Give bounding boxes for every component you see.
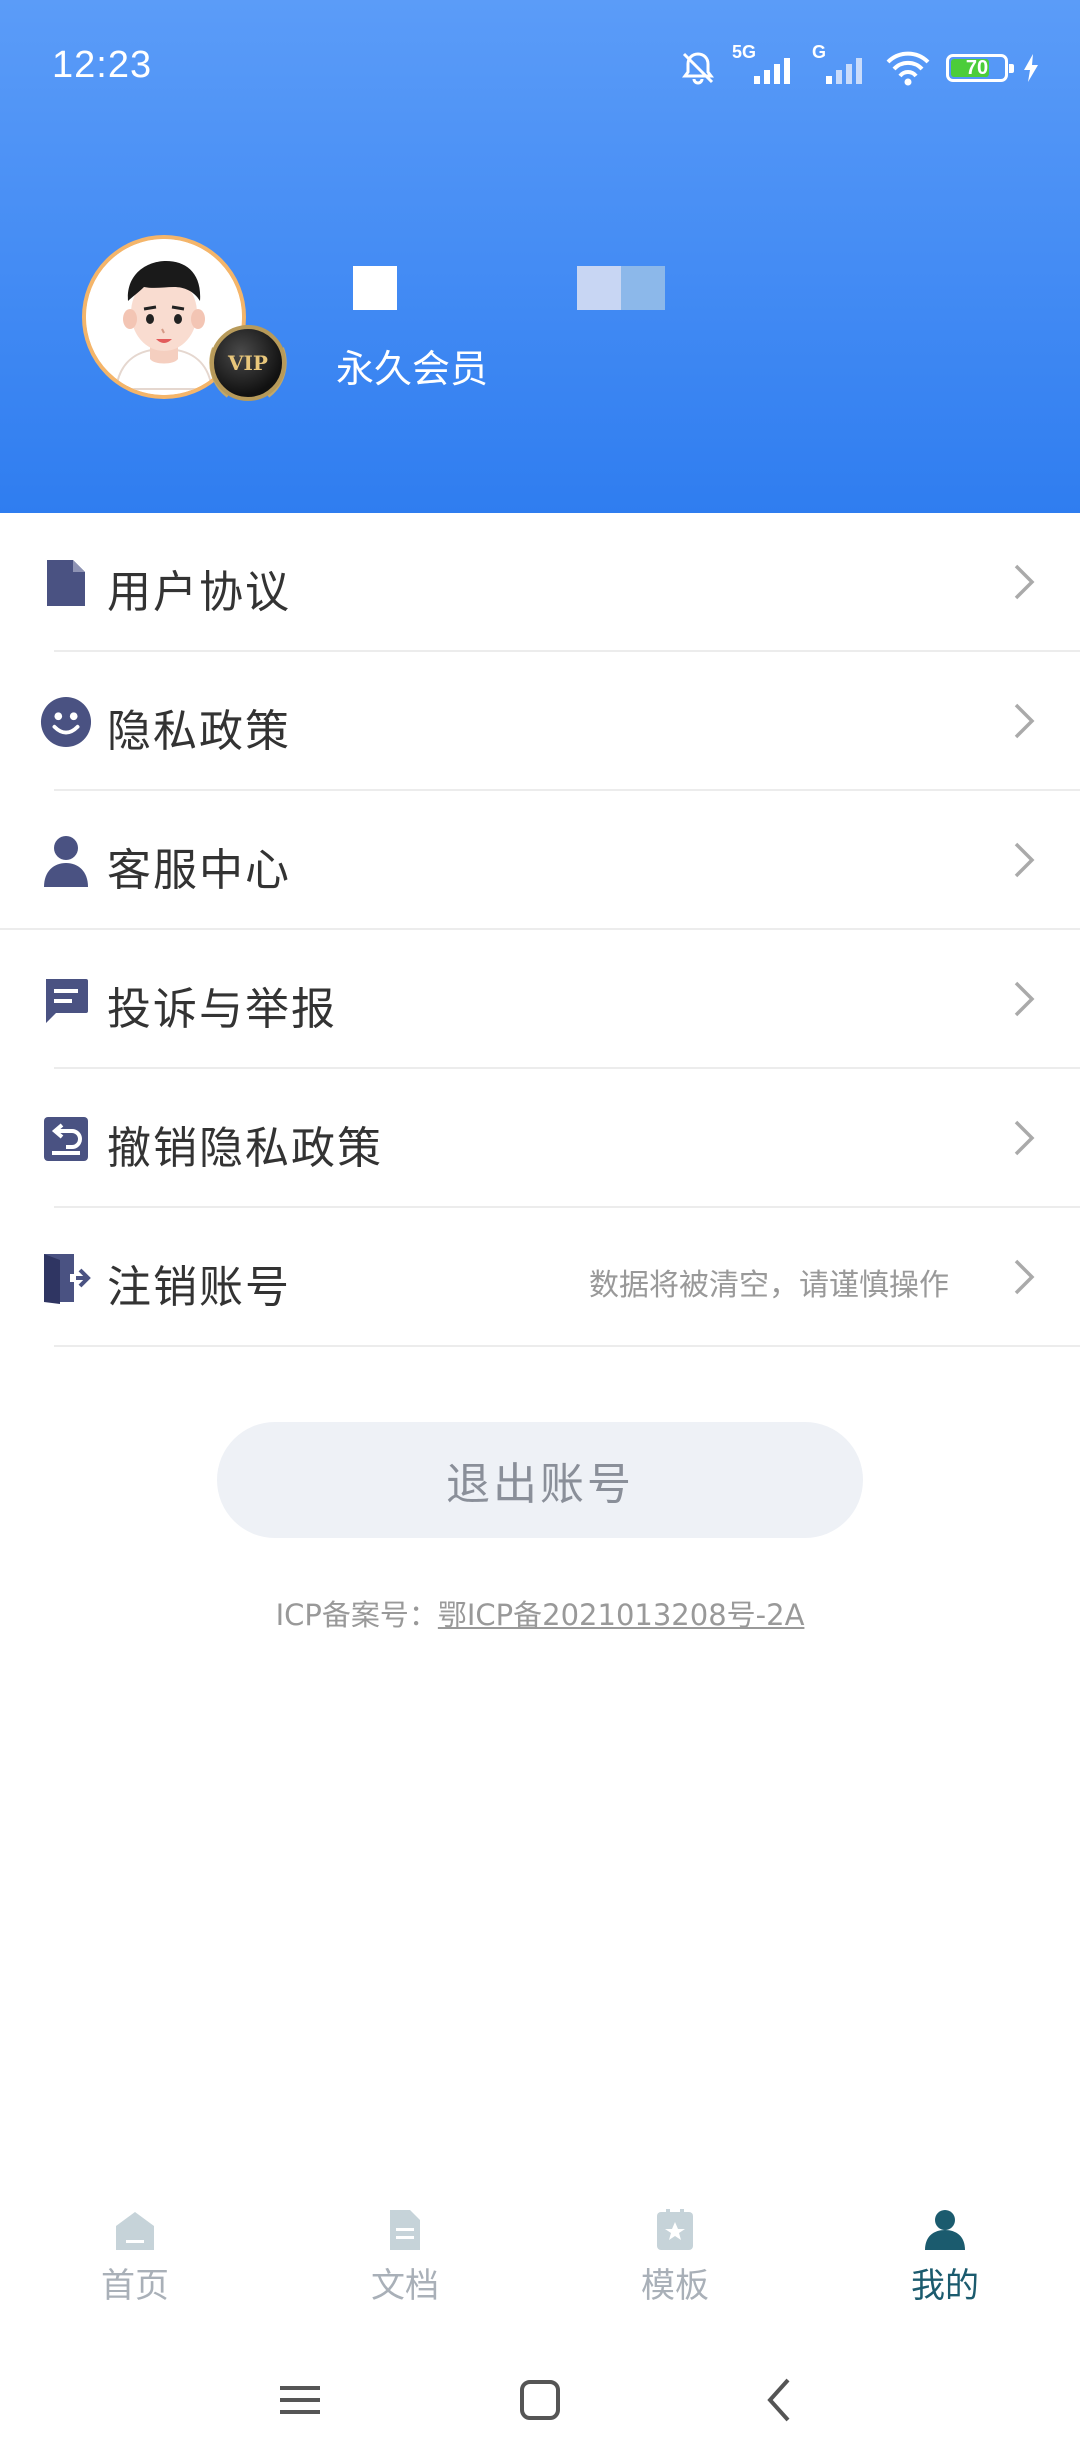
back-icon — [767, 2378, 790, 2422]
menu-item-delete-account[interactable]: 注销账号 数据将被清空，请谨慎操作 — [0, 1208, 1080, 1347]
menu-label: 隐私政策 — [107, 706, 291, 757]
wifi-icon — [886, 51, 930, 86]
mute-bell-icon — [682, 52, 714, 85]
exit-icon — [40, 1252, 92, 1304]
revoke-icon — [40, 1113, 92, 1165]
vip-text: VIP — [228, 351, 268, 375]
battery-level: 70 — [965, 56, 989, 79]
menu-label: 用户协议 — [107, 567, 291, 618]
icp-prefix: ICP备案号： — [275, 1598, 438, 1632]
tab-label: 文档 — [371, 2266, 439, 2306]
document-icon — [40, 557, 92, 609]
icp-link[interactable]: 鄂ICP备2021013208号-2A — [438, 1598, 805, 1632]
person-icon — [40, 835, 92, 887]
status-bar: 12:23 5G G 70 — [0, 0, 1080, 140]
menu-label: 注销账号 — [107, 1262, 291, 1313]
smiley-icon — [40, 696, 92, 748]
profile-header: 12:23 5G G 70 VIP 永久会员 — [0, 0, 1080, 513]
battery-icon: 70 — [946, 54, 1014, 82]
menu-label: 撤销隐私政策 — [107, 1123, 383, 1174]
tab-label: 首页 — [101, 2266, 169, 2306]
doc-icon — [390, 2210, 420, 2250]
chevron-right-icon — [1014, 981, 1035, 1017]
message-icon — [40, 974, 92, 1026]
chevron-right-icon — [1014, 703, 1035, 739]
menu-item-complaint-report[interactable]: 投诉与举报 — [0, 930, 1080, 1069]
user-icon — [925, 2210, 965, 2250]
icp-record: ICP备案号：鄂ICP备2021013208号-2A — [0, 1592, 1080, 1634]
menu-nav-button[interactable] — [270, 2370, 330, 2430]
template-icon — [657, 2209, 693, 2250]
status-icons: 5G G 70 — [678, 42, 1040, 90]
home-nav-button[interactable] — [510, 2370, 570, 2430]
square-icon — [520, 2380, 560, 2420]
menu-label: 投诉与举报 — [107, 984, 337, 1035]
signal-5g-icon: 5G — [732, 42, 798, 88]
chevron-right-icon — [1014, 1259, 1035, 1295]
vip-badge: VIP — [210, 325, 286, 401]
menu-label: 客服中心 — [107, 845, 291, 896]
hamburger-icon — [280, 2386, 320, 2414]
tab-mine[interactable]: 我的 — [810, 2188, 1080, 2318]
tab-label: 模板 — [641, 2266, 709, 2306]
menu-item-customer-service[interactable]: 客服中心 — [0, 791, 1080, 930]
menu-item-revoke-privacy[interactable]: 撤销隐私政策 — [0, 1069, 1080, 1208]
bottom-tab-bar: 首页 文档 模板 我的 — [0, 2188, 1080, 2318]
tab-home[interactable]: 首页 — [0, 2188, 270, 2318]
system-nav-bar — [0, 2340, 1080, 2460]
chevron-right-icon — [1014, 842, 1035, 878]
home-icon — [116, 2212, 154, 2250]
delete-account-warning: 数据将被清空，请谨慎操作 — [589, 1268, 949, 1303]
menu-item-user-agreement[interactable]: 用户协议 — [0, 513, 1080, 652]
chevron-right-icon — [1014, 564, 1035, 600]
tab-templates[interactable]: 模板 — [540, 2188, 810, 2318]
charging-icon — [1024, 54, 1038, 82]
back-nav-button[interactable] — [750, 2370, 810, 2430]
settings-menu: 用户协议 隐私政策 客服中心 投诉与举报 撤销隐私政策 注销账号 数据将被清空，… — [0, 513, 1080, 1347]
signal-g-icon: G — [812, 42, 870, 88]
tab-label: 我的 — [911, 2266, 979, 2306]
status-time: 12:23 — [52, 44, 153, 86]
logout-button[interactable]: 退出账号 — [217, 1422, 863, 1538]
tab-documents[interactable]: 文档 — [270, 2188, 540, 2318]
chevron-right-icon — [1014, 1120, 1035, 1156]
menu-item-privacy-policy[interactable]: 隐私政策 — [0, 652, 1080, 791]
membership-label: 永久会员 — [336, 347, 489, 391]
